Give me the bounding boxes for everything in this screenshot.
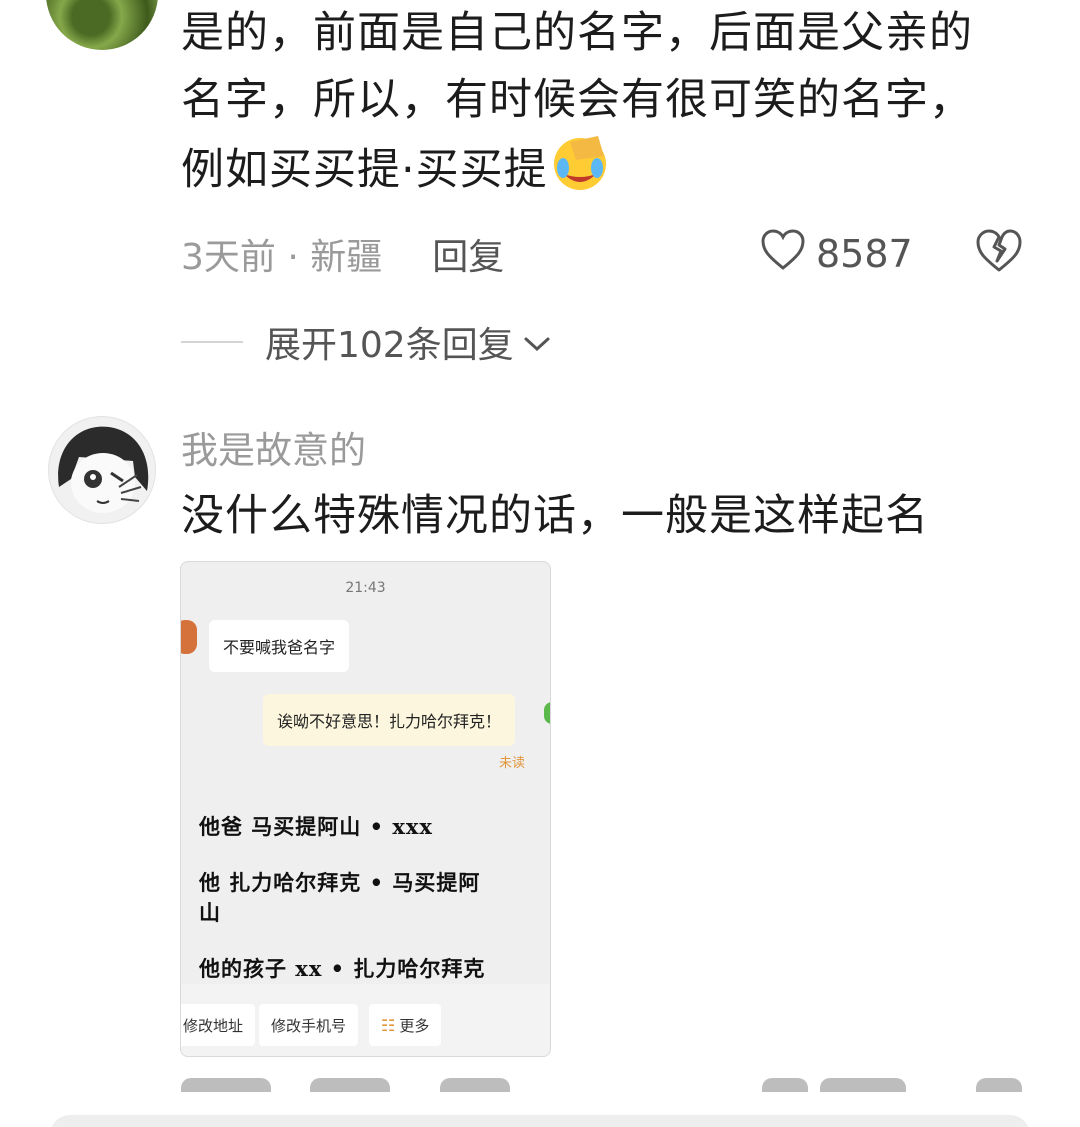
handwritten-line: 他 扎力哈尔拜克 • 马买提阿山 xyxy=(199,870,481,925)
comment-time-location: 3天前 · 新疆 xyxy=(181,237,383,278)
cutoff-like-count xyxy=(820,1078,906,1092)
cutoff-reply xyxy=(440,1078,510,1092)
more-chip-label: 更多 xyxy=(399,1016,430,1035)
chat-avatar xyxy=(544,702,550,724)
divider xyxy=(181,341,243,343)
handwritten-line: 他爸 马买提阿山 • xxx xyxy=(199,814,433,839)
expand-replies-button[interactable]: 展开102条回复 xyxy=(181,318,552,366)
cutoff-location xyxy=(310,1078,390,1092)
comment-line: 名字，所以，有时候会有很可笑的名字， xyxy=(181,75,973,125)
modify-phone-chip: 修改手机号 xyxy=(259,1004,359,1046)
comment-line: 是的，前面是自己的名字，后面是父亲的 xyxy=(181,8,973,58)
like-button[interactable]: 8587 xyxy=(760,226,913,282)
heart-outline-icon xyxy=(760,228,806,281)
comment-image[interactable]: 21:43 不要喊我爸名字 诶呦不好意思！扎力哈尔拜克！ 未读 他爸 马买提阿山… xyxy=(180,561,551,1057)
broken-heart-icon xyxy=(975,229,1023,278)
modify-address-chip: 修改地址 xyxy=(181,1004,256,1046)
laughing-crying-emoji-icon xyxy=(550,134,610,212)
cutoff-broken-heart-icon xyxy=(976,1078,1022,1092)
chat-action-bar: 修改地址 修改手机号 ☷ 更多 xyxy=(181,984,550,1056)
handwritten-line: 他的孩子 xx • 扎力哈尔拜克 xyxy=(199,956,486,981)
chat-bubble-right: 诶呦不好意思！扎力哈尔拜克！ xyxy=(263,694,516,746)
user-avatar[interactable] xyxy=(48,416,156,524)
reply-button[interactable]: 回复 xyxy=(432,228,504,280)
cutoff-meta-row xyxy=(0,1078,1080,1092)
comment-feed: 是的，前面是自己的名字，后面是父亲的 名字，所以，有时候会有很可笑的名字， 例如… xyxy=(0,0,1080,1127)
user-avatar[interactable] xyxy=(46,0,158,50)
cutoff-heart-icon xyxy=(762,1078,808,1092)
more-chip: ☷ 更多 xyxy=(369,1004,442,1046)
chevron-down-icon xyxy=(522,322,552,363)
expand-replies-label: 展开102条回复 xyxy=(265,325,514,366)
comment-body: 没什么特殊情况的话，一般是这样起名 xyxy=(181,491,929,541)
grid-icon: ☷ xyxy=(381,1015,396,1035)
unread-label: 未读 xyxy=(499,756,526,771)
comment-line: 例如买买提·买买提 xyxy=(181,134,1041,212)
comment-body: 是的，前面是自己的名字，后面是父亲的 名字，所以，有时候会有很可笑的名字， 例如… xyxy=(181,0,1041,212)
dislike-button[interactable] xyxy=(975,228,1023,276)
cutoff-time xyxy=(181,1078,271,1092)
username[interactable]: 我是故意的 xyxy=(181,420,366,474)
comment-input-bar[interactable] xyxy=(50,1115,1030,1127)
chat-bubble-left: 不要喊我爸名字 xyxy=(209,620,350,672)
chat-avatar xyxy=(181,620,197,654)
like-count: 8587 xyxy=(816,232,913,276)
comment-line-text: 例如买买提·买买提 xyxy=(181,145,548,195)
chat-time: 21:43 xyxy=(345,580,386,596)
comment-meta: 3天前 · 新疆 回复 xyxy=(181,228,504,280)
